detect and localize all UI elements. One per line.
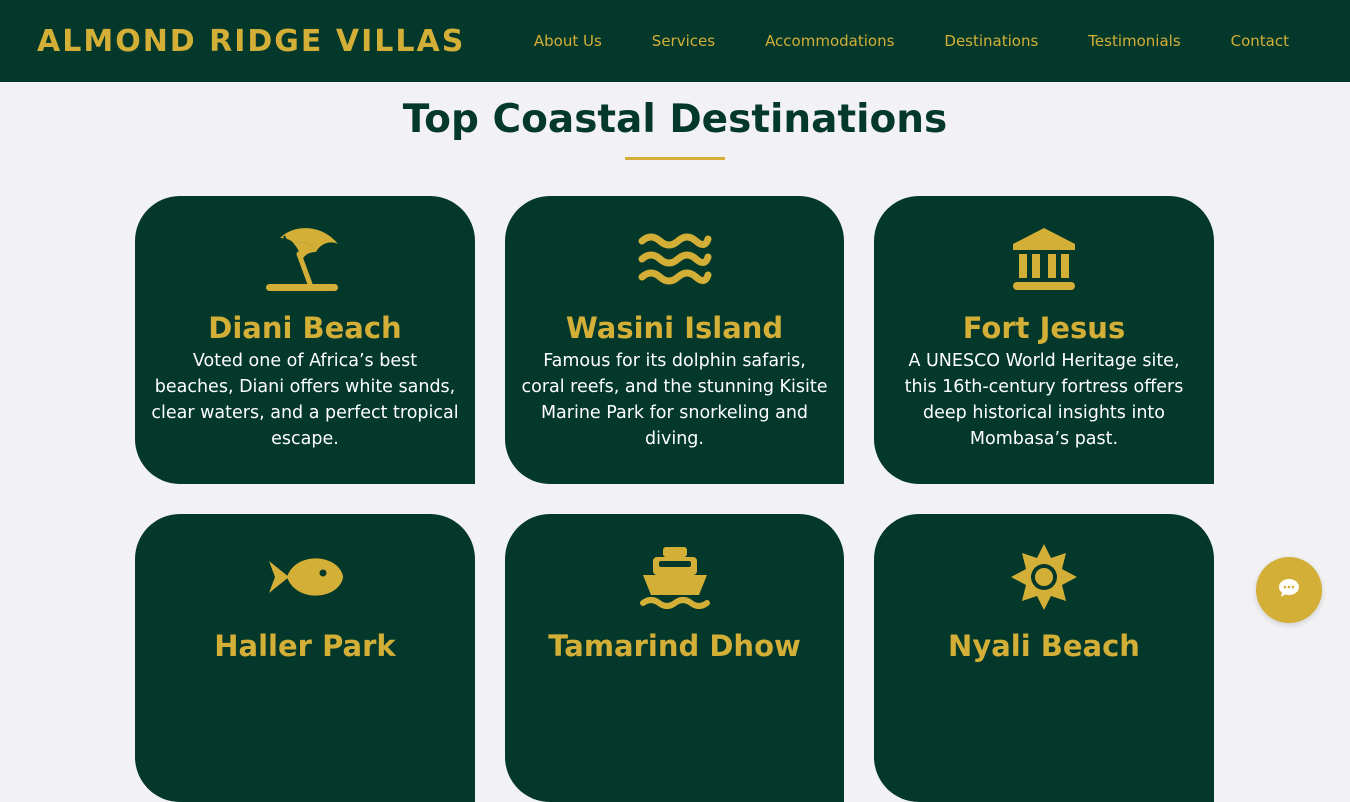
destination-card-tamarind-dhow: Tamarind Dhow [505, 514, 844, 802]
destination-description: A UNESCO World Heritage site, this 16th-… [904, 351, 1184, 449]
nav-testimonials[interactable]: Testimonials [1088, 32, 1180, 50]
chat-bubble-icon [1278, 578, 1300, 602]
destination-card-nyali-beach: Nyali Beach [874, 514, 1214, 802]
beach-umbrella-icon [151, 226, 459, 292]
main-nav: About Us Services Accommodations Destina… [484, 32, 1289, 50]
destination-title: Haller Park [214, 629, 396, 663]
destination-card-wasini-island: Wasini Island Famous for its dolphin saf… [505, 196, 844, 484]
brand-logo[interactable]: ALMOND RIDGE VILLAS [37, 24, 465, 59]
sun-icon [890, 544, 1198, 610]
chat-button[interactable] [1256, 557, 1322, 623]
destination-card-diani-beach: Diani Beach Voted one of Africa’s best b… [135, 196, 475, 484]
water-waves-icon [521, 226, 828, 292]
nav-about-us[interactable]: About Us [534, 32, 602, 50]
destination-card-haller-park: Haller Park [135, 514, 475, 802]
landmark-icon [890, 226, 1198, 292]
site-header: ALMOND RIDGE VILLAS About Us Services Ac… [0, 0, 1350, 82]
nav-destinations[interactable]: Destinations [944, 32, 1038, 50]
fish-icon [151, 544, 459, 610]
destination-title: Fort Jesus [962, 311, 1126, 345]
destination-title: Tamarind Dhow [548, 629, 801, 663]
nav-accommodations[interactable]: Accommodations [765, 32, 894, 50]
nav-contact[interactable]: Contact [1231, 32, 1289, 50]
destination-description: Famous for its dolphin safaris, coral re… [521, 351, 828, 449]
destinations-grid: Diani Beach Voted one of Africa’s best b… [135, 196, 1214, 802]
destination-title: Nyali Beach [948, 629, 1140, 663]
ship-icon [521, 544, 828, 610]
title-underline [625, 157, 725, 160]
section-title: Top Coastal Destinations [402, 97, 948, 142]
destination-card-fort-jesus: Fort Jesus A UNESCO World Heritage site,… [874, 196, 1214, 484]
nav-services[interactable]: Services [652, 32, 715, 50]
destination-title: Diani Beach [208, 311, 402, 345]
destination-description: Voted one of Africa’s best beaches, Dian… [151, 351, 459, 449]
destination-title: Wasini Island [565, 311, 784, 345]
